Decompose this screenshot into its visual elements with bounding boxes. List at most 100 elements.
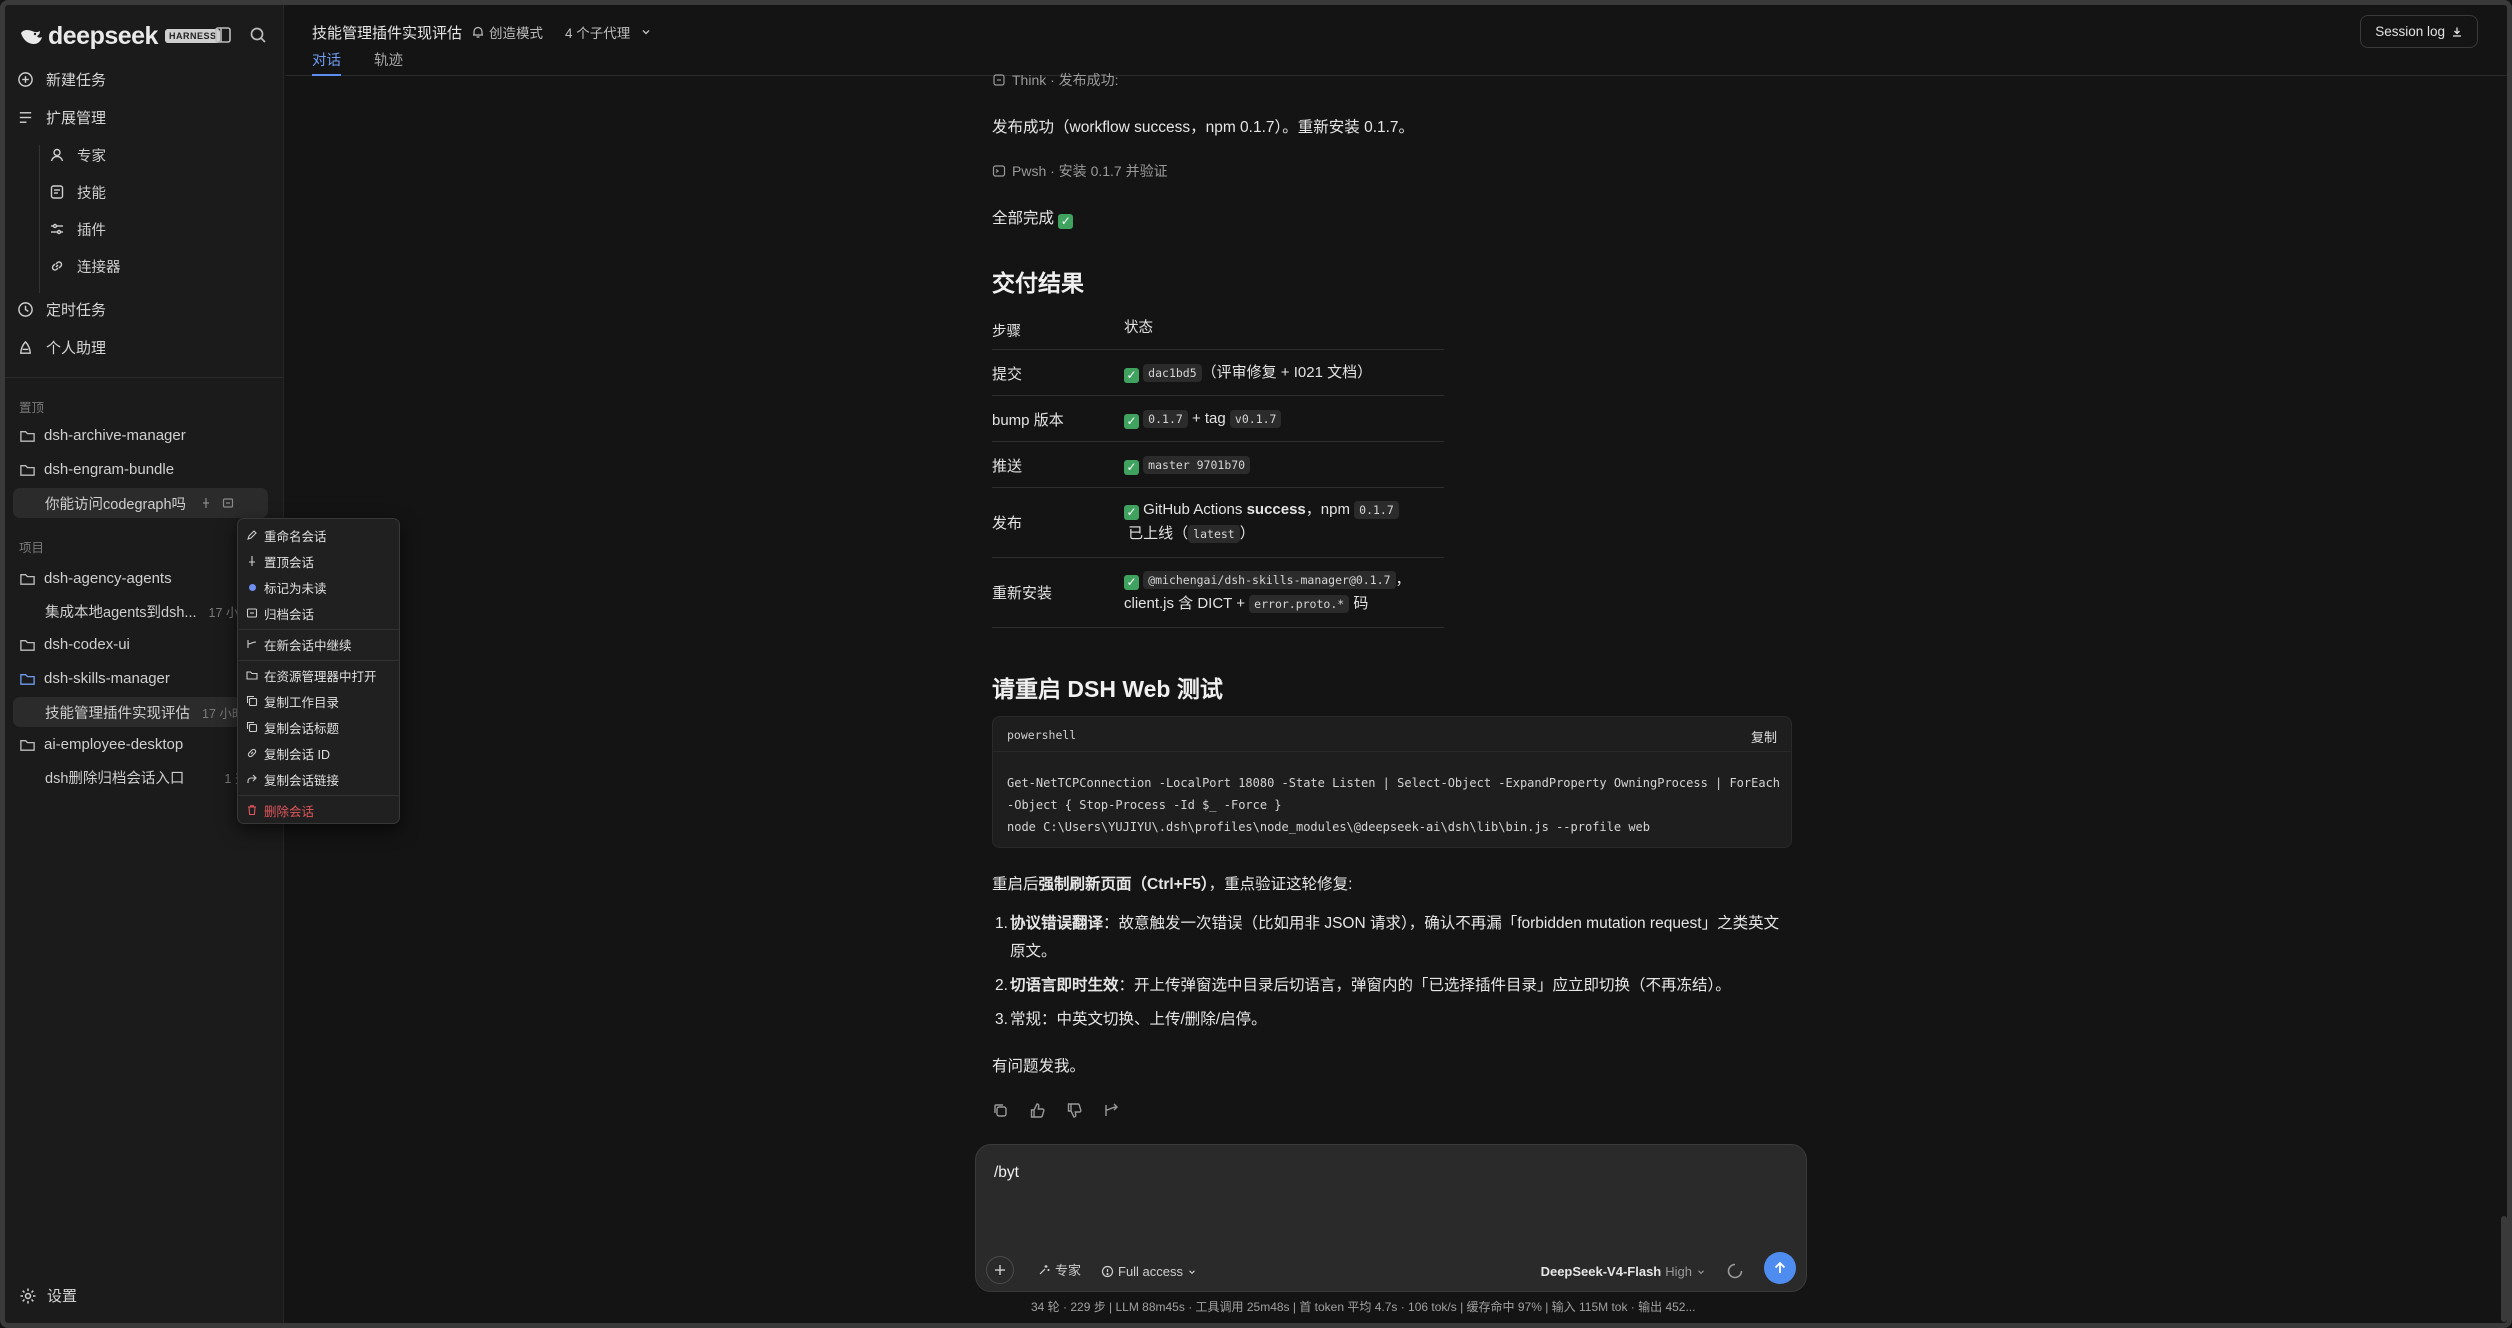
folder-icon [20,739,35,751]
folder-icon [20,573,35,585]
composer: /byt 专家 Full access DeepSeek-V4-Flash Hi… [975,1144,1807,1292]
personal-assistant-button[interactable]: 个人助理 [17,333,106,361]
brand[interactable]: deepseek HARNESS [19,21,221,51]
project-name: dsh-codex-ui [44,635,130,653]
chat-item-active[interactable]: 技能管理插件实现评估 17 小时 [45,698,244,726]
pin-icon[interactable] [200,497,212,509]
thumbs-down-icon[interactable] [1066,1102,1083,1119]
divider [5,377,284,378]
chat-item[interactable]: 集成本地agents到dsh... 17 小时 [45,597,251,625]
think-icon [993,74,1005,86]
header: 技能管理插件实现评估 创造模式 4 个子代理 对话 轨迹 Session log [285,5,2507,76]
extensions-button[interactable]: 扩展管理 [17,103,106,131]
menu-delete[interactable]: 删除会话 [246,799,314,821]
folder-icon [20,430,35,442]
project-item[interactable]: dsh-codex-ui [19,630,130,658]
menu-rename[interactable]: 重命名会话 [246,524,327,546]
model-name: DeepSeek-V4-Flash [1540,1264,1662,1279]
send-button[interactable] [1764,1252,1796,1284]
arrow-up-icon [1774,1261,1786,1273]
project-item[interactable]: dsh-skills-manager [19,664,170,692]
expert-selector[interactable]: 专家 [1038,1260,1081,1279]
step-cell: 提交 [992,366,1023,383]
sidebar-item-experts[interactable]: 专家 [49,141,106,169]
project-name: dsh-skills-manager [44,669,170,687]
menu-separator [239,795,400,796]
subagents-dropdown[interactable]: 4 个子代理 [565,22,652,42]
menu-open-explorer[interactable]: 在资源管理器中打开 [246,664,377,686]
tab-conversation[interactable]: 对话 [312,49,341,76]
scheduled-tasks-button[interactable]: 定时任务 [17,295,106,323]
page-title: 技能管理插件实现评估 [312,25,463,42]
experts-label: 专家 [77,148,106,165]
status-text: client.js 含 DICT + [1124,595,1250,612]
project-item[interactable]: dsh-agency-agents [19,564,172,592]
access-selector[interactable]: Full access [1101,1264,1197,1279]
thumbs-up-icon[interactable] [1029,1102,1046,1119]
model-selector[interactable]: DeepSeek-V4-Flash High [1541,1264,1706,1279]
menu-continue-new[interactable]: 在新会话中继续 [246,633,352,655]
status-text: ， [1395,571,1411,588]
menu-copy-title[interactable]: 复制会话标题 [246,716,339,738]
mode-indicator[interactable]: 创造模式 [471,22,543,42]
settings-button[interactable]: 设置 [19,1285,77,1306]
pinned-chat[interactable]: 你能访问codegraph吗 [45,489,234,517]
list-bold: 切语言即时生效 [1010,977,1119,994]
chat-item[interactable]: dsh删除归档会话入口 1 天 [45,763,247,791]
pinned-section-label: 置顶 [19,401,45,415]
attach-button[interactable] [986,1256,1014,1284]
menu-mark-unread[interactable]: 标记为未读 [246,576,327,598]
hard-refresh-text: 强制刷新页面（Ctrl+F5） [1038,876,1209,893]
after-restart-text: 重启后 [992,876,1039,893]
terminal-icon [992,165,1006,177]
plus-circle-icon [18,71,33,87]
list-text: ：开上传弹窗选中目录后切语言，弹窗内的「已选择插件目录」应立即切换（不再冻结）。 [1118,977,1731,994]
status-text: （评审修复 + I021 文档） [1201,364,1373,381]
package-code: @michengai/dsh-skills-manager@0.1.7 [1143,571,1396,589]
menu-archive[interactable]: 归档会话 [246,602,314,624]
restart-heading: 请重启 DSH Web 测试 [992,676,1223,702]
project-item[interactable]: ai-employee-desktop [19,730,183,758]
search-icon[interactable] [248,25,268,45]
session-log-button[interactable]: Session log [2360,15,2478,48]
skill-icon [50,185,64,199]
sidebar-toggle-icon[interactable] [213,25,233,45]
pinned-project[interactable]: dsh-archive-manager [19,421,186,449]
archive-icon[interactable] [222,497,234,509]
copy-code-button[interactable]: 复制 [1751,727,1777,746]
sidebar-item-connectors[interactable]: 连接器 [49,252,121,280]
status-cell: ✓ dac1bd5 （评审修复 + I021 文档） [1124,361,1444,385]
pinned-project[interactable]: dsh-engram-bundle [19,455,174,483]
menu-copy-link[interactable]: 复制会话链接 [246,768,339,790]
menu-separator [239,660,400,661]
new-task-button[interactable]: 新建任务 [17,65,106,93]
sidebar-item-skills[interactable]: 技能 [49,178,106,206]
think-step[interactable]: Think · 发布成功: [992,70,1119,90]
scrollbar[interactable] [2501,1216,2507,1322]
copy-icon[interactable] [992,1102,1009,1119]
menu-copy-workdir[interactable]: 复制工作目录 [246,690,339,712]
branch-icon[interactable] [1103,1102,1120,1119]
sidebar-item-plugins[interactable]: 插件 [49,215,106,243]
clock-icon [18,301,33,317]
code-block: powershell 复制 Get-NetTCPConnection -Loca… [992,716,1792,848]
npm-version-code: 0.1.7 [1354,501,1399,519]
status-cell: ✓ 0.1.7 + tag v0.1.7 [1124,407,1444,431]
status-text: ，npm [1305,501,1355,518]
menu-pin[interactable]: 置顶会话 [246,550,314,572]
copy-icon [246,721,258,733]
all-done-text: 全部完成 [992,210,1055,227]
check-icon: ✓ [1124,460,1139,475]
menu-label: 复制会话 ID [264,747,330,762]
latest-code: latest [1188,525,1240,543]
message-input[interactable]: /byt [994,1164,1019,1182]
table-header: 步骤 [992,324,1021,340]
plus-icon [995,1265,1005,1275]
proto-code: error.proto.* [1249,595,1350,613]
pwsh-step[interactable]: Pwsh · 安装 0.1.7 并验证 [992,161,1168,181]
list-item: 1. 协议错误翻译：故意触发一次错误（比如用非 JSON 请求），确认不再漏「f… [992,910,1792,966]
menu-copy-id[interactable]: 复制会话 ID [246,742,330,764]
tab-trace[interactable]: 轨迹 [374,49,403,76]
settings-label: 设置 [47,1288,78,1305]
pencil-icon [247,530,257,540]
